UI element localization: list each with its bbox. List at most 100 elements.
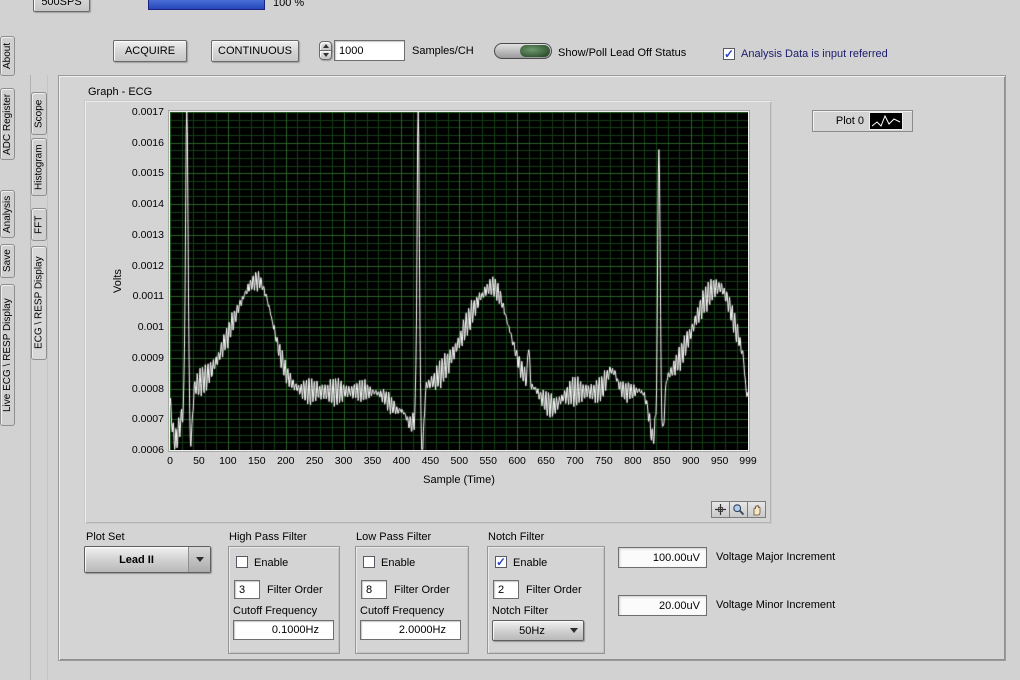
high-pass-enable-checkbox[interactable] (236, 556, 248, 568)
chevron-down-icon (188, 547, 210, 572)
voltage-major-increment-display: 100.00uV (618, 547, 707, 568)
zoom-tool-button[interactable] (729, 501, 748, 518)
graph-tool-palette (711, 501, 766, 518)
crosshair-icon (715, 504, 726, 515)
x-axis-title: Sample (Time) (423, 474, 495, 486)
notch-frequency-dropdown[interactable]: 50Hz (492, 620, 584, 641)
plot-frame (169, 111, 749, 451)
plot-legend[interactable]: Plot 0 (812, 110, 913, 132)
low-pass-enable-label: Enable (381, 557, 416, 569)
tab-label: ECG \ RESP Display (33, 256, 45, 350)
sidebar-tab-save[interactable]: Save (0, 244, 15, 278)
y-tick-label: 0.001 (137, 321, 164, 334)
notch-order-label: Filter Order (526, 584, 582, 596)
x-tick-label: 999 (739, 455, 757, 467)
tab-label: FFT (33, 215, 45, 234)
plot-set-label: Plot Set (86, 531, 125, 543)
analysis-referred-checkbox[interactable]: ✓ (723, 48, 735, 60)
tab-label: Save (2, 249, 13, 273)
low-pass-order-input[interactable] (361, 580, 387, 599)
plot-set-dropdown[interactable]: Lead II (84, 546, 211, 573)
x-tick-label: 550 (479, 455, 497, 467)
x-tick-label: 150 (248, 455, 266, 467)
low-pass-cutoff-input[interactable] (360, 620, 461, 640)
notch-enable-checkbox[interactable]: ✓ (495, 556, 507, 568)
notch-order-input[interactable] (493, 580, 519, 599)
sidebar-tab-ecg-resp-display[interactable]: ECG \ RESP Display (31, 246, 47, 360)
sidebar-tab-adc-register[interactable]: ADC Register (0, 88, 15, 160)
sidebar-tab-live-ecg-resp-display[interactable]: Live ECG \ RESP Display (0, 284, 15, 426)
high-pass-cutoff-input[interactable] (233, 620, 334, 640)
y-tick-label: 0.0012 (131, 259, 164, 272)
progress-bar-fill (149, 0, 264, 9)
legend-line-sample-icon[interactable] (869, 112, 903, 130)
y-tick-label: 0.0013 (131, 228, 164, 241)
leadoff-toggle-label: Show/Poll Lead Off Status (558, 47, 687, 59)
tab-label: Scope (33, 99, 45, 128)
leadoff-toggle-switch[interactable] (494, 43, 552, 59)
continuous-button-label: CONTINUOUS (218, 45, 292, 57)
low-pass-enable-checkbox[interactable] (363, 556, 375, 568)
high-pass-order-label: Filter Order (267, 584, 323, 596)
y-tick-label: 0.0011 (132, 290, 164, 303)
cursor-tool-button[interactable] (711, 501, 730, 518)
x-tick-label: 0 (167, 455, 173, 467)
tab-label: ADC Register (2, 93, 13, 155)
x-tick-label: 750 (595, 455, 613, 467)
samples-per-channel-input[interactable] (334, 40, 405, 61)
x-tick-label: 500 (450, 455, 469, 467)
progress-bar (148, 0, 265, 10)
x-tick-label: 900 (681, 455, 700, 467)
notch-frequency-label: Notch Filter (492, 605, 549, 617)
high-pass-order-input[interactable] (234, 580, 260, 599)
graph-title: Graph - ECG (88, 86, 153, 98)
notch-frequency-value: 50Hz (519, 624, 545, 637)
legend-plot-name: Plot 0 (835, 115, 864, 127)
tab-label: Live ECG \ RESP Display (2, 298, 13, 412)
x-tick-label: 600 (508, 455, 526, 467)
x-tick-label: 50 (193, 455, 205, 467)
sidebar-tab-scope[interactable]: Scope (31, 92, 47, 135)
voltage-minor-increment-display: 20.00uV (618, 595, 707, 616)
sps-rate-button[interactable]: 500SPS (33, 0, 90, 12)
samples-per-channel-label: Samples/CH (412, 45, 474, 57)
plot-set-value: Lead II (119, 553, 154, 566)
x-tick-label: 350 (363, 455, 382, 467)
voltage-major-increment-label: Voltage Major Increment (716, 551, 836, 563)
toggle-knob (520, 45, 550, 57)
x-tick-label: 400 (392, 455, 411, 467)
acquire-button[interactable]: ACQUIRE (113, 40, 187, 62)
progress-value: 100 % (273, 0, 305, 9)
tab-label: About (2, 42, 13, 70)
magnifier-icon (733, 504, 745, 516)
y-tick-label: 0.0007 (131, 413, 164, 426)
sidebar-tab-histogram[interactable]: Histogram (31, 138, 47, 196)
sidebar-tab-fft[interactable]: FFT (31, 208, 47, 241)
x-tick-label: 800 (624, 455, 642, 467)
voltage-minor-increment-label: Voltage Minor Increment (716, 599, 836, 611)
low-pass-group-title: Low Pass Filter (356, 531, 432, 543)
x-tick-label: 950 (710, 455, 729, 467)
sidebar-tab-analysis[interactable]: Analysis (0, 190, 15, 238)
tab-label: Analysis (2, 195, 13, 233)
y-tick-label: 0.0009 (131, 351, 164, 364)
ecg-plot-canvas[interactable] (170, 112, 748, 450)
analysis-referred-label: Analysis Data is input referred (741, 48, 888, 60)
continuous-button[interactable]: CONTINUOUS (211, 40, 299, 62)
pan-tool-button[interactable] (747, 501, 766, 518)
sidebar-tab-about[interactable]: About (0, 36, 15, 76)
stepper-down-icon[interactable] (319, 50, 332, 60)
y-tick-label: 0.0017 (131, 106, 164, 118)
low-pass-order-label: Filter Order (394, 584, 450, 596)
x-tick-label: 200 (276, 455, 295, 467)
low-pass-cutoff-label: Cutoff Frequency (360, 605, 445, 617)
samples-stepper[interactable] (319, 41, 332, 61)
x-tick-label: 850 (653, 455, 671, 467)
x-tick-label: 450 (421, 455, 440, 467)
chevron-down-icon (565, 621, 583, 640)
high-pass-group-title: High Pass Filter (229, 531, 307, 543)
x-tick-label: 100 (219, 455, 237, 467)
notch-group-title: Notch Filter (488, 531, 545, 543)
x-tick-label: 250 (305, 455, 324, 467)
high-pass-enable-label: Enable (254, 557, 289, 569)
